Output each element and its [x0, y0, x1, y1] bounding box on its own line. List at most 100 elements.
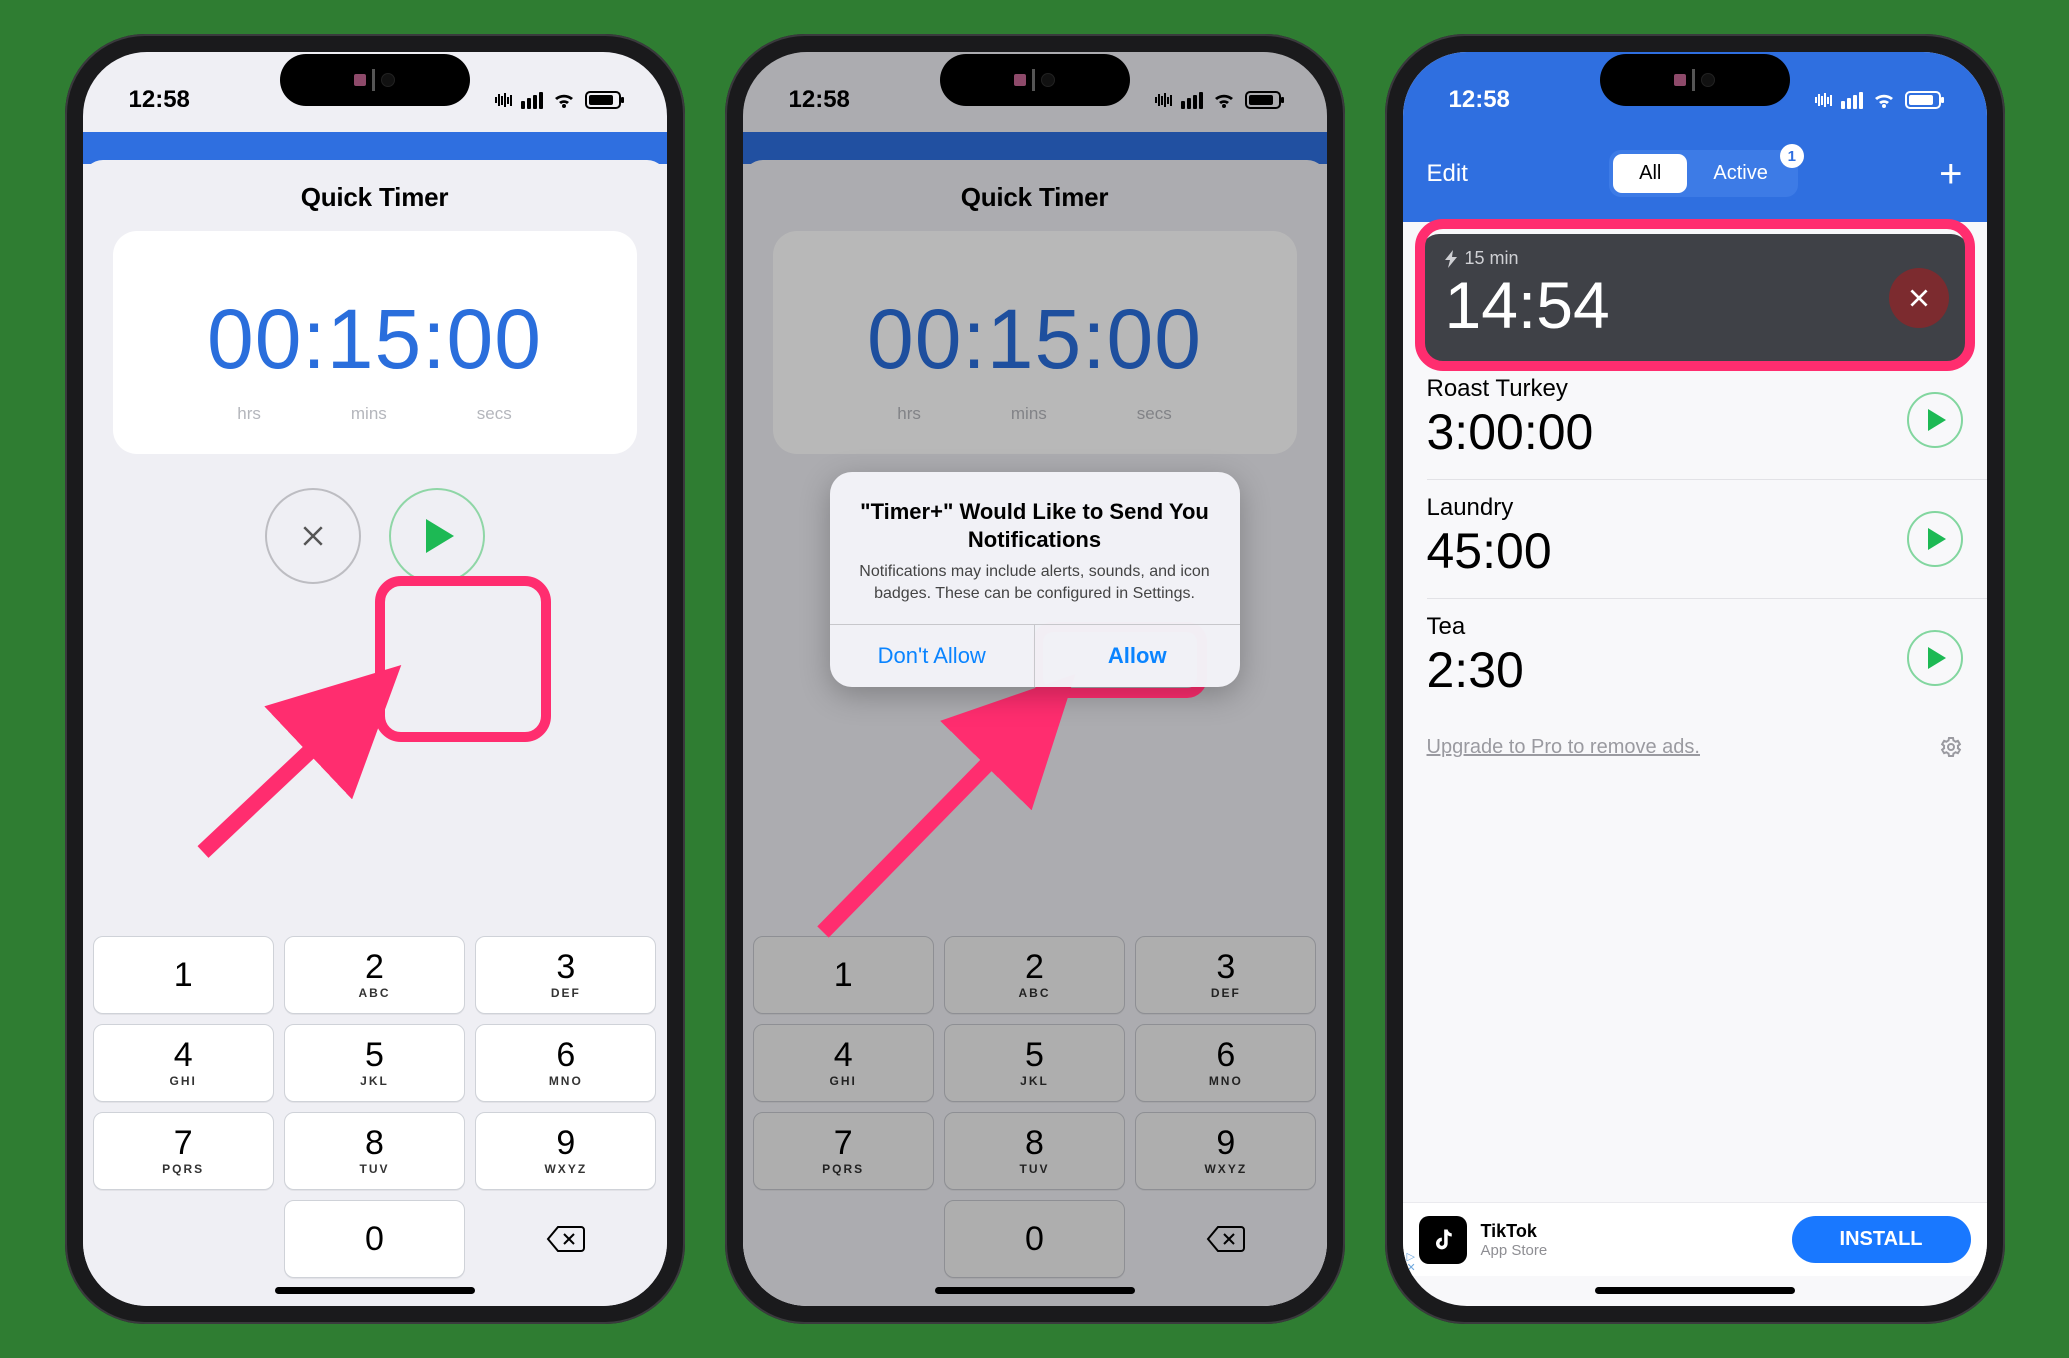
gear-icon[interactable] [1939, 735, 1963, 759]
start-timer-button[interactable] [1907, 511, 1963, 567]
timer-row[interactable]: Laundry45:00 [1427, 479, 1987, 598]
running-timer-value: 14:54 [1445, 267, 1945, 343]
unit-labels: hrs mins secs [133, 404, 617, 424]
wifi-icon [1212, 88, 1236, 112]
battery-icon [585, 91, 621, 109]
sheet-title: Quick Timer [743, 160, 1327, 231]
key-number: 0 [1025, 1222, 1044, 1256]
keypad-key-9[interactable]: 9WXYZ [475, 1112, 656, 1190]
tab-segmented-control[interactable]: All Active 1 [1609, 150, 1798, 197]
audio-icon [495, 93, 512, 107]
stop-running-button[interactable] [1889, 268, 1949, 328]
key-letters: GHI [169, 1074, 196, 1088]
key-letters: GHI [829, 1074, 856, 1088]
tab-active[interactable]: Active [1687, 154, 1793, 193]
keypad-spacer [93, 1200, 274, 1278]
timer-name: Laundry [1427, 494, 1963, 522]
key-letters: TUV [1019, 1162, 1049, 1176]
unit-mins: mins [1011, 404, 1047, 424]
quick-timer-sheet: Quick Timer 00:15:00 hrs mins secs 12ABC… [743, 160, 1327, 1306]
timer-row[interactable]: Tea2:30 [1427, 598, 1987, 717]
key-letters: ABC [1018, 986, 1050, 1000]
keypad-key-2[interactable]: 2ABC [284, 936, 465, 1014]
timer-duration: 3:00:00 [1427, 403, 1963, 461]
key-letters: JKL [360, 1074, 389, 1088]
ad-banner[interactable]: ▷✕ TikTok App Store INSTALL [1403, 1202, 1987, 1276]
key-number: 5 [365, 1038, 384, 1072]
key-number: 1 [174, 958, 193, 992]
keypad-key-6[interactable]: 6MNO [1135, 1024, 1316, 1102]
play-icon [1928, 528, 1946, 550]
cancel-button[interactable] [265, 488, 361, 584]
key-letters: JKL [1020, 1074, 1049, 1088]
keypad-key-8[interactable]: 8TUV [944, 1112, 1125, 1190]
keypad-key-7[interactable]: 7PQRS [93, 1112, 274, 1190]
keypad-key-2[interactable]: 2ABC [944, 936, 1125, 1014]
edit-button[interactable]: Edit [1427, 160, 1468, 188]
running-timer-card[interactable]: 15 min 14:54 [1421, 234, 1969, 361]
timer-duration: 2:30 [1427, 641, 1963, 699]
number-keypad: 1 2ABC3DEF 4GHI5JKL6MNO 7PQRS8TUV9WXYZ 0 [753, 936, 1317, 1278]
keypad-key-0[interactable]: 0 [944, 1200, 1125, 1278]
screen-timer-list: 12:58 Edit All Active 1 + [1403, 52, 1987, 1306]
keypad-key-4[interactable]: 4GHI [93, 1024, 274, 1102]
timer-name: Roast Turkey [1427, 375, 1963, 403]
start-button[interactable] [389, 488, 485, 584]
key-number: 1 [834, 958, 853, 992]
keypad-key-4[interactable]: 4GHI [753, 1024, 934, 1102]
keypad-key-3[interactable]: 3DEF [1135, 936, 1316, 1014]
keypad-delete[interactable] [475, 1200, 656, 1278]
key-letters: PQRS [162, 1162, 204, 1176]
keypad-key-6[interactable]: 6 MNO [475, 1024, 656, 1102]
play-icon [426, 519, 454, 553]
keypad-key-7[interactable]: 7PQRS [753, 1112, 934, 1190]
tab-all[interactable]: All [1613, 154, 1687, 193]
key-letters: PQRS [822, 1162, 864, 1176]
keypad-key-3[interactable]: 3DEF [475, 936, 656, 1014]
keypad-key-0[interactable]: 0 [284, 1200, 465, 1278]
ad-marker: ▷✕ [1407, 1252, 1416, 1274]
key-letters: MNO [549, 1074, 583, 1088]
keypad-key-9[interactable]: 9WXYZ [1135, 1112, 1316, 1190]
start-timer-button[interactable] [1907, 392, 1963, 448]
add-timer-button[interactable]: + [1939, 162, 1962, 186]
keypad-key-1[interactable]: 1 [753, 936, 934, 1014]
tiktok-icon [1419, 1216, 1467, 1264]
key-number: 8 [365, 1126, 384, 1160]
home-indicator[interactable] [935, 1287, 1135, 1294]
keypad-key-5[interactable]: 5JKL [944, 1024, 1125, 1102]
dialog-text: Notifications may include alerts, sounds… [852, 561, 1218, 604]
home-indicator[interactable] [1595, 1287, 1795, 1294]
status-time: 12:58 [789, 86, 850, 114]
sheet-title: Quick Timer [83, 160, 667, 231]
key-letters: WXYZ [1204, 1162, 1247, 1176]
audio-icon [1155, 93, 1172, 107]
timer-value: 00:15:00 [133, 291, 617, 388]
unit-hrs: hrs [237, 404, 261, 424]
keypad-key-8[interactable]: 8 TUV [284, 1112, 465, 1190]
start-timer-button[interactable] [1907, 630, 1963, 686]
screen-quick-timer: 12:58 Quick Timer 00:15:00 hrs mins secs [83, 52, 667, 1306]
timer-value: 00:15:00 [793, 291, 1277, 388]
timer-list[interactable]: 15 min 14:54 Roast Turkey3:00:00Laundry4… [1403, 224, 1987, 1196]
running-timer-label: 15 min [1465, 248, 1519, 269]
keypad-key-1[interactable]: 1 [93, 936, 274, 1014]
allow-button[interactable]: Allow [1034, 625, 1240, 687]
key-letters: TUV [359, 1162, 389, 1176]
play-icon [1928, 647, 1946, 669]
timer-display-card: 00:15:00 hrs mins secs [113, 231, 637, 454]
key-number: 6 [556, 1038, 575, 1072]
screen-notification-prompt: 12:58 Quick Timer 00:15:00 hrs mins secs… [743, 52, 1327, 1306]
upgrade-link[interactable]: Upgrade to Pro to remove ads. [1427, 736, 1700, 759]
key-number: 6 [1216, 1038, 1235, 1072]
signal-icon [1841, 92, 1863, 109]
timer-row[interactable]: Roast Turkey3:00:00 [1403, 361, 1987, 479]
keypad-delete[interactable] [1135, 1200, 1316, 1278]
bolt-icon [1445, 250, 1459, 268]
home-indicator[interactable] [275, 1287, 475, 1294]
key-letters: DEF [551, 986, 581, 1000]
keypad-key-5[interactable]: 5 JKL [284, 1024, 465, 1102]
dont-allow-button[interactable]: Don't Allow [830, 625, 1035, 687]
unit-mins: mins [351, 404, 387, 424]
install-button[interactable]: INSTALL [1792, 1216, 1971, 1263]
